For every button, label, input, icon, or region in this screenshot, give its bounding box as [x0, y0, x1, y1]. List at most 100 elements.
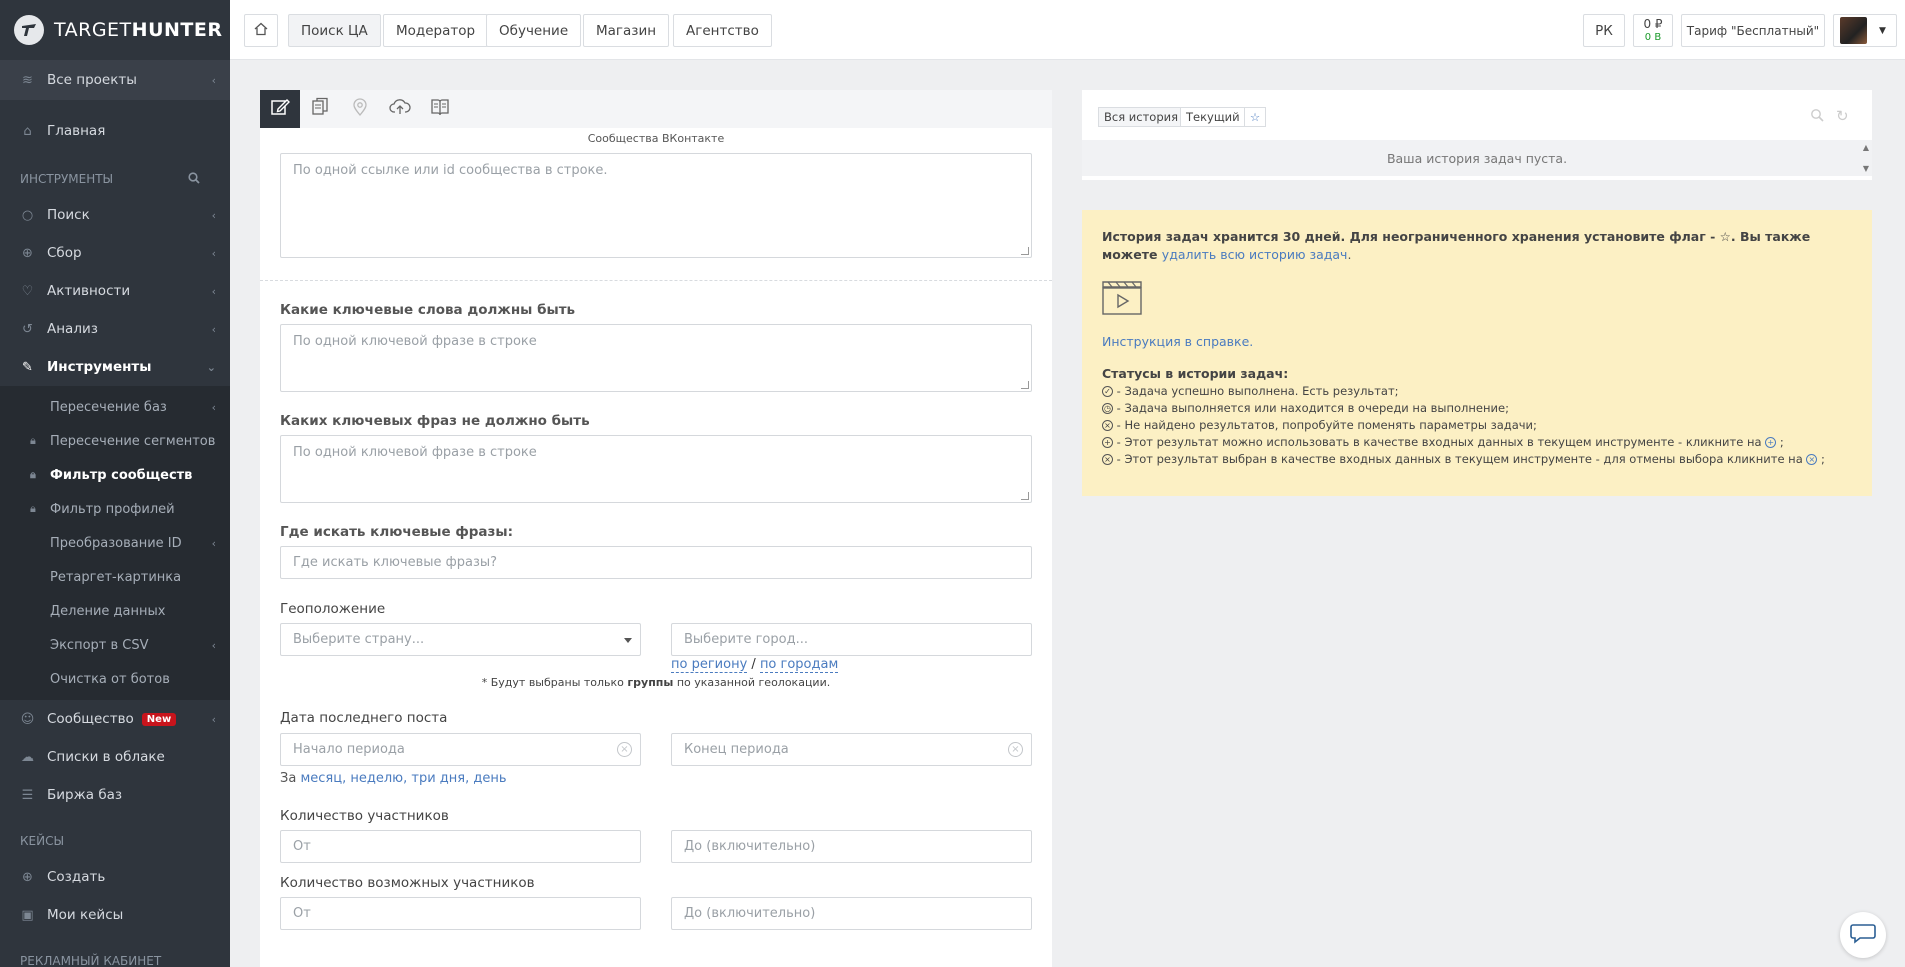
nav-moderator[interactable]: Модератор: [383, 14, 489, 47]
chevron-left-icon: ‹: [211, 284, 216, 298]
geo-mode-links: по региону / по городам: [671, 657, 839, 673]
location-tab[interactable]: [340, 90, 380, 128]
book-icon: [430, 97, 450, 121]
sub-item-bot-cleanup[interactable]: Очистка от ботов: [0, 662, 230, 696]
select-placeholder: Выберите страну...: [293, 632, 425, 647]
members-to-input[interactable]: До (включительно): [671, 830, 1032, 863]
keywords-not-textarea[interactable]: По одной ключевой фразе в строке: [280, 435, 1032, 503]
sidebar-item-activities[interactable]: ♡ Активности ‹: [0, 272, 230, 310]
keywords-must-textarea[interactable]: По одной ключевой фразе в строке: [280, 324, 1032, 392]
edit-tab[interactable]: [260, 90, 300, 128]
possible-to-input[interactable]: До (включительно): [671, 897, 1032, 930]
input-placeholder: До (включительно): [684, 839, 816, 854]
sidebar-item-label: Главная: [47, 123, 106, 139]
caret-down-icon: ▼: [1879, 25, 1886, 36]
quick-3days-link[interactable]: три дня,: [411, 771, 469, 786]
book-tab[interactable]: [420, 90, 460, 128]
sub-item-label: Фильтр сообществ: [50, 467, 193, 483]
chat-button[interactable]: [1840, 912, 1886, 958]
sub-item-id-conversion[interactable]: Преобразование ID ‹: [0, 526, 230, 560]
sidebar-item-label: Активности: [47, 283, 131, 299]
scroll-down-icon[interactable]: ▼: [1863, 164, 1869, 173]
sidebar: TARGETHUNTER ≋ Все проекты ‹ ⌂ Главная И…: [0, 0, 230, 967]
vk-communities-textarea[interactable]: По одной ссылке или id сообщества в стро…: [280, 153, 1032, 258]
sub-item-segment-intersection[interactable]: 🔒︎ Пересечение сегментов: [0, 424, 230, 458]
by-region-link[interactable]: по региону: [671, 657, 748, 673]
status-running: ◷ - Задача выполняется или находится в о…: [1102, 400, 1852, 417]
rk-button[interactable]: РК: [1583, 14, 1625, 47]
plus-circle-icon: +: [1765, 437, 1777, 448]
wrench-icon: ✎: [22, 359, 33, 375]
balance-widget[interactable]: 0 ₽ 0 B: [1633, 14, 1673, 47]
current-history-button[interactable]: Текущий: [1180, 107, 1246, 127]
sidebar-item-my-cases[interactable]: ▣ Мои кейсы: [0, 896, 230, 934]
sidebar-item-label: Биржа баз: [47, 787, 123, 803]
info-text: .: [1347, 247, 1352, 262]
scroll-up-icon[interactable]: ▲: [1863, 143, 1869, 152]
sidebar-item-tools[interactable]: ✎ Инструменты ⌄: [0, 348, 230, 386]
city-input[interactable]: Выберите город...: [671, 623, 1032, 656]
sidebar-item-exchange[interactable]: ☰ Биржа баз: [0, 776, 230, 814]
sub-item-retarget-image[interactable]: Ретаргет-картинка: [0, 560, 230, 594]
divider: [260, 280, 1052, 281]
where-input[interactable]: Где искать ключевые фразы?: [280, 546, 1032, 579]
sidebar-item-collect[interactable]: ⊕ Сбор ‹: [0, 234, 230, 272]
sidebar-item-search[interactable]: ○ Поиск ‹: [0, 196, 230, 234]
possible-from-input[interactable]: От: [280, 897, 641, 930]
country-select[interactable]: Выберите страну...: [280, 623, 641, 656]
sidebar-item-community[interactable]: ☺ Сообщество New ‹: [0, 700, 230, 738]
user-menu[interactable]: ▼: [1833, 14, 1897, 47]
quick-month-link[interactable]: месяц,: [300, 771, 346, 786]
sub-item-label: Пересечение баз: [50, 399, 167, 415]
quick-week-link[interactable]: неделю,: [350, 771, 407, 786]
all-history-button[interactable]: Вся история: [1098, 107, 1185, 127]
sidebar-item-label: Все проекты: [47, 72, 137, 88]
lock-icon: 🔒︎: [30, 468, 36, 481]
sidebar-item-create[interactable]: ⊕ Создать: [0, 858, 230, 896]
logo[interactable]: TARGETHUNTER: [0, 0, 230, 60]
sidebar-item-projects[interactable]: ≋ Все проекты ‹: [0, 60, 230, 100]
members-from-input[interactable]: От: [280, 830, 641, 863]
x-circle-icon: ×: [1806, 454, 1818, 465]
logo-icon: [14, 15, 44, 45]
clock-icon: ◷: [1102, 403, 1113, 414]
search-icon[interactable]: [188, 171, 200, 187]
quick-day-link[interactable]: день: [473, 771, 506, 786]
tariff-button[interactable]: Тариф "Бесплатный": [1681, 14, 1825, 47]
nav-training[interactable]: Обучение: [486, 14, 582, 47]
upload-tab[interactable]: [380, 90, 420, 128]
sidebar-item-cloud-lists[interactable]: ☁ Списки в облаке: [0, 738, 230, 776]
nav-shop[interactable]: Магазин: [583, 14, 670, 47]
sub-item-community-filter[interactable]: 🔒︎ Фильтр сообществ: [0, 458, 230, 492]
video-icon[interactable]: [1102, 278, 1852, 321]
new-badge: New: [141, 712, 177, 726]
delete-history-link[interactable]: удалить всю историю задач: [1162, 247, 1348, 262]
sub-item-base-intersection[interactable]: Пересечение баз ‹: [0, 390, 230, 424]
sub-item-data-split[interactable]: Деление данных: [0, 594, 230, 628]
tools-submenu: Пересечение баз ‹ 🔒︎ Пересечение сегмент…: [0, 386, 230, 700]
info-box: История задач хранится 30 дней. Для неог…: [1082, 210, 1872, 496]
nav-agency[interactable]: Агентство: [673, 14, 772, 47]
clear-icon[interactable]: ×: [617, 742, 632, 757]
refresh-icon[interactable]: ↻: [1836, 107, 1849, 125]
input-placeholder: Выберите город...: [684, 632, 808, 647]
home-icon: [254, 22, 268, 40]
home-icon: ⌂: [23, 123, 32, 139]
sub-item-label: Фильтр профилей: [50, 501, 175, 517]
clear-icon[interactable]: ×: [1008, 742, 1023, 757]
sub-item-profile-filter[interactable]: 🔒︎ Фильтр профилей: [0, 492, 230, 526]
list-icon: ☰: [21, 787, 34, 803]
sub-item-export-csv[interactable]: Экспорт в CSV ‹: [0, 628, 230, 662]
period-start-input[interactable]: Начало периода ×: [280, 733, 641, 766]
copy-tab[interactable]: [300, 90, 340, 128]
help-link[interactable]: Инструкция в справке.: [1102, 333, 1852, 351]
home-button[interactable]: [244, 14, 278, 47]
by-cities-link[interactable]: по городам: [759, 657, 839, 673]
balance-b: 0 B: [1644, 31, 1662, 43]
search-icon[interactable]: [1810, 108, 1824, 126]
nav-search-ta[interactable]: Поиск ЦА: [288, 14, 381, 47]
sidebar-item-home[interactable]: ⌂ Главная: [0, 112, 230, 150]
sidebar-item-analysis[interactable]: ↺ Анализ ‹: [0, 310, 230, 348]
period-end-input[interactable]: Конец периода ×: [671, 733, 1032, 766]
star-filter-button[interactable]: ☆: [1244, 107, 1266, 127]
